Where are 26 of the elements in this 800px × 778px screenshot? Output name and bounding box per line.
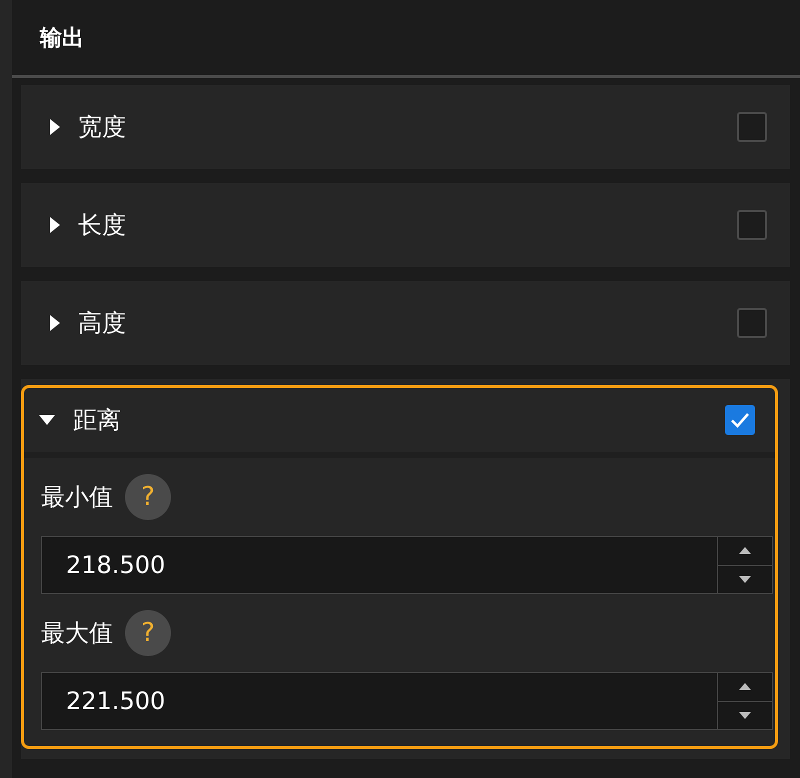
up-arrow-icon[interactable] — [739, 547, 751, 554]
expand-triangle-icon[interactable] — [50, 315, 60, 331]
help-button[interactable]: ? — [125, 610, 171, 656]
field-label: 最小值 — [41, 482, 113, 513]
number-input-field[interactable]: 218.500 — [41, 536, 773, 594]
down-arrow-icon[interactable] — [739, 576, 751, 583]
section-label: 宽度 — [78, 112, 127, 143]
section-header[interactable]: 宽度 — [24, 88, 787, 166]
section-label: 高度 — [78, 308, 127, 339]
expand-triangle-icon[interactable] — [50, 217, 60, 233]
help-button[interactable]: ? — [125, 474, 171, 520]
section-header[interactable]: 高度 — [24, 284, 787, 362]
section-header[interactable]: 距离 — [24, 388, 775, 458]
collapse-triangle-icon[interactable] — [39, 415, 55, 425]
checkbox[interactable] — [737, 112, 767, 142]
number-input-field[interactable]: 221.500 — [41, 672, 773, 730]
section-header[interactable]: 长度 — [24, 186, 787, 264]
section-label: 长度 — [78, 210, 127, 241]
up-arrow-icon[interactable] — [739, 683, 751, 690]
down-arrow-icon[interactable] — [739, 712, 751, 719]
section-label: 距离 — [73, 405, 122, 436]
expand-triangle-icon[interactable] — [50, 119, 60, 135]
checkbox[interactable] — [737, 210, 767, 240]
checkbox[interactable] — [737, 308, 767, 338]
field-label: 最大值 — [41, 618, 113, 649]
panel-title: 输出 — [40, 24, 84, 52]
